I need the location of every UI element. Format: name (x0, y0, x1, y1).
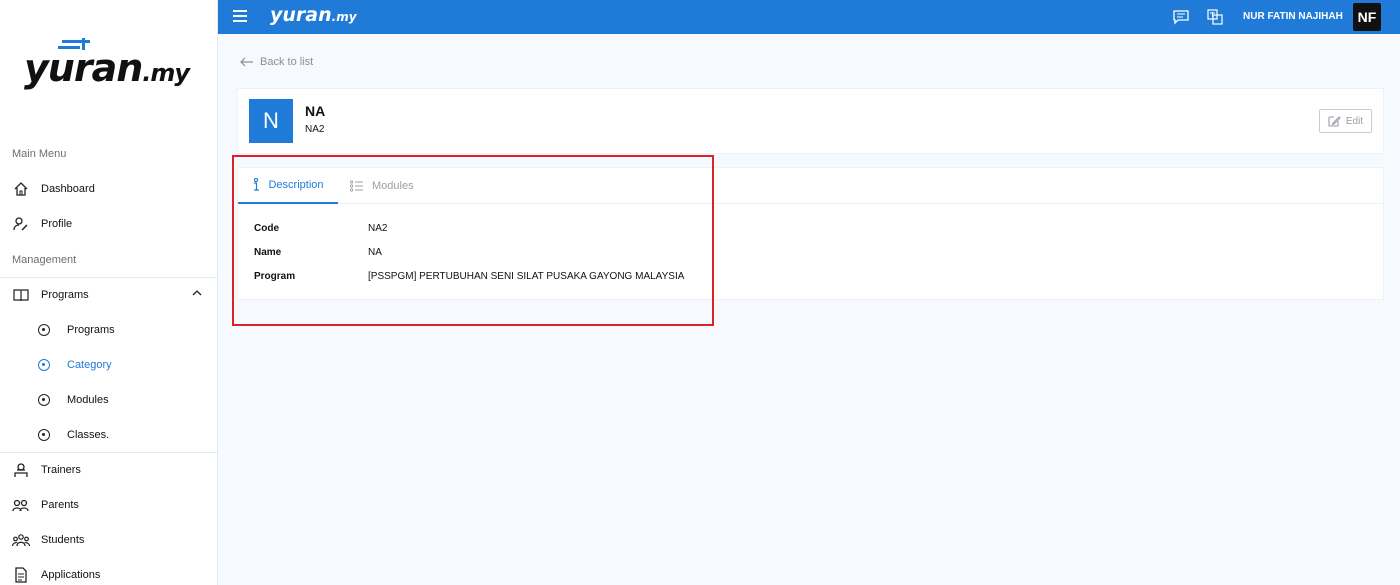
back-to-list-label: Back to list (260, 56, 314, 68)
trainer-icon (12, 461, 30, 479)
sidebar-item-profile[interactable]: Profile (0, 206, 218, 241)
edit-button[interactable]: Edit (1319, 109, 1372, 133)
sidebar-item-label: Modules (67, 393, 109, 406)
brand-logo[interactable]: yuran.my (24, 38, 204, 98)
category-avatar: N (249, 99, 293, 143)
group-icon (12, 531, 30, 549)
translate-icon[interactable] (1207, 9, 1223, 25)
sidebar-item-label: Programs (67, 323, 115, 336)
detail-row-name: Name NA (254, 247, 382, 258)
sidebar-item-label: Profile (41, 217, 73, 230)
sidebar-item-classes[interactable]: Classes. (0, 417, 218, 452)
detail-label: Name (254, 247, 282, 258)
list-icon (350, 180, 363, 192)
detail-value: NA2 (368, 223, 388, 234)
detail-row-code: Code NA2 (254, 223, 387, 234)
logo-suffix-text: .my (142, 59, 190, 87)
message-icon[interactable] (1173, 9, 1189, 25)
back-to-list-link[interactable]: Back to list (240, 56, 313, 68)
book-open-icon (12, 286, 30, 304)
sidebar-item-students[interactable]: Students (0, 522, 218, 557)
sidebar-item-label: Category (67, 358, 112, 371)
sidebar-item-programs-group[interactable]: Programs (0, 277, 218, 312)
sidebar-item-label: Trainers (41, 463, 81, 476)
circle-dot-icon (35, 321, 53, 339)
tab-description[interactable]: Description (238, 168, 338, 204)
detail-row-program: Program [PSSPGM] PERTUBUHAN SENI SILAT P… (254, 271, 684, 282)
circle-dot-icon (35, 356, 53, 374)
sidebar-item-category[interactable]: Category (0, 347, 218, 382)
circle-dot-icon (35, 391, 53, 409)
topbar-logo[interactable]: yuran.my (270, 4, 357, 26)
arrow-left-icon (240, 57, 253, 67)
tab-label: Description (268, 179, 324, 191)
chevron-up-icon (192, 288, 202, 300)
sidebar-item-label: Applications (41, 568, 101, 581)
detail-value: NA (368, 247, 382, 258)
detail-label: Program (254, 271, 296, 282)
tab-bar: Description Modules (238, 168, 1383, 204)
document-icon (12, 566, 30, 584)
user-edit-icon (12, 215, 30, 233)
topbar-logo-main: yuran (270, 4, 332, 26)
sidebar-item-label: Classes. (67, 428, 110, 441)
sidebar-item-applications[interactable]: Applications (0, 557, 218, 585)
sidebar-item-label: Parents (41, 498, 79, 511)
avatar[interactable]: NF (1353, 3, 1381, 31)
topbar-logo-suffix: .my (331, 10, 357, 24)
logo-main-text: yuran (24, 46, 143, 90)
user-name[interactable]: NUR FATIN NAJIHAH (1243, 11, 1343, 22)
sidebar-item-modules[interactable]: Modules (0, 382, 218, 417)
category-detail-card: Description Modules Code NA2 Name NA Pro… (237, 167, 1384, 300)
home-icon (12, 180, 30, 198)
users-icon (12, 496, 30, 514)
sidebar-item-label: Programs (41, 288, 89, 301)
main-menu-heading: Main Menu (12, 148, 67, 160)
menu-toggle-icon[interactable] (233, 10, 247, 22)
topbar: yuran.my NUR FATIN NAJIHAH NF (218, 0, 1400, 34)
tab-modules[interactable]: Modules (350, 168, 430, 204)
page-title: NA (305, 103, 326, 119)
sidebar-item-programs[interactable]: Programs (0, 312, 218, 347)
tab-label: Modules (372, 180, 414, 192)
category-header-card: N NA NA2 Edit (237, 88, 1384, 154)
detail-label: Code (254, 223, 279, 234)
sidebar-item-label: Dashboard (41, 182, 95, 195)
edit-icon (1328, 116, 1341, 127)
sidebar-item-dashboard[interactable]: Dashboard (0, 171, 218, 206)
sidebar-item-trainers[interactable]: Trainers (0, 452, 218, 487)
detail-value: [PSSPGM] PERTUBUHAN SENI SILAT PUSAKA GA… (368, 271, 685, 282)
page-subtitle: NA2 (305, 124, 325, 135)
info-icon (254, 178, 260, 191)
sidebar-item-parents[interactable]: Parents (0, 487, 218, 522)
sidebar-item-label: Students (41, 533, 85, 546)
management-heading: Management (12, 254, 77, 266)
edit-button-label: Edit (1345, 115, 1364, 127)
sidebar: yuran.my Main Menu Dashboard Profile Man… (0, 0, 218, 585)
circle-dot-icon (35, 426, 53, 444)
